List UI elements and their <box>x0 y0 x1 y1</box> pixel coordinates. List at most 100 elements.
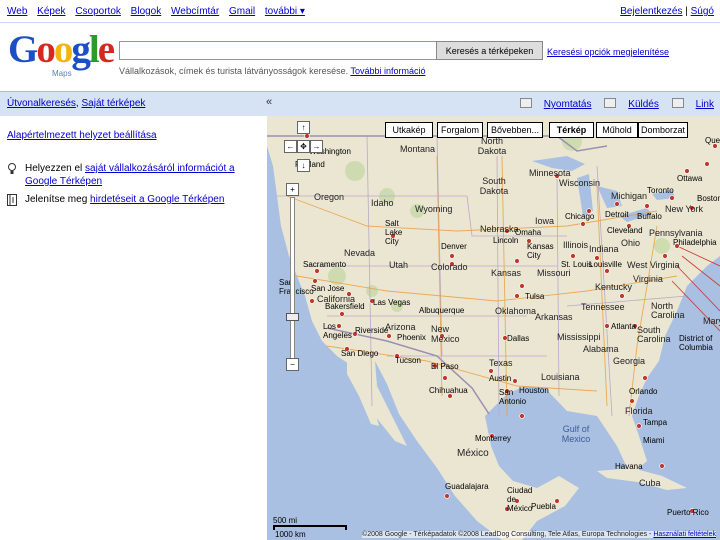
toolbar: Útvonalkeresés, Saját térképek « Nyomtat… <box>0 91 720 116</box>
pan-right-arrow-icon[interactable]: → <box>310 140 323 153</box>
ads-prefix: Jelenítse meg <box>25 194 88 205</box>
nav-web[interactable]: Web <box>7 6 27 17</box>
zoom-track[interactable] <box>290 197 295 359</box>
print-action[interactable]: Nyomtatás <box>519 98 592 110</box>
map-label: South Carolina <box>637 325 671 344</box>
nav-blogs[interactable]: Blogok <box>131 6 162 17</box>
ads-link[interactable]: hirdetéseit a Google Térképen <box>90 194 224 205</box>
nav-groups[interactable]: Csoportok <box>75 6 121 17</box>
pan-down-arrow-icon[interactable]: ↓ <box>297 159 310 172</box>
tab-directions[interactable]: Útvonalkeresés <box>7 98 76 109</box>
account-links: Bejelentkezés | Súgó <box>620 6 714 17</box>
map-label: Arkansas <box>535 312 573 322</box>
map-label: Louisville <box>589 260 622 269</box>
help-link[interactable]: Súgó <box>691 6 714 17</box>
more-button[interactable]: Bővebben... <box>487 122 543 138</box>
terms-link[interactable]: Használati feltételek <box>653 531 716 538</box>
map-label: Philadelphia <box>673 238 717 247</box>
map-label: Florida <box>625 406 653 416</box>
map-label: Minnesota <box>529 168 571 178</box>
map-label: Cleveland <box>607 226 643 235</box>
map-label: México <box>457 448 489 459</box>
send-link[interactable]: Küldés <box>628 99 659 110</box>
map-label: Maryland <box>703 316 720 326</box>
map-type-terrain[interactable]: Domborzat <box>638 122 688 138</box>
map-label: New Mexico <box>431 324 460 344</box>
map-label: Nebraska <box>480 224 519 234</box>
search-hint: Vállalkozások, címek és turista látványo… <box>119 66 426 76</box>
map-label: Atlanta <box>611 322 636 331</box>
zoom-out-icon[interactable]: − <box>286 358 299 371</box>
map-label: North Dakota <box>477 136 507 156</box>
zoom-in-icon[interactable]: + <box>286 183 299 196</box>
tab-my-maps[interactable]: Saját térképek <box>81 98 145 109</box>
print-link[interactable]: Nyomtatás <box>544 99 592 110</box>
pan-center-icon[interactable]: ✥ <box>297 140 310 153</box>
map-label: Monterrey <box>475 434 512 443</box>
map-label: Ottawa <box>677 174 703 183</box>
signin-link[interactable]: Bejelentkezés <box>620 6 682 17</box>
nav-more[interactable]: további ▾ <box>265 6 305 17</box>
nav-images[interactable]: Képek <box>37 6 65 17</box>
traffic-button[interactable]: Forgalom <box>437 122 483 138</box>
business-prefix: Helyezzen el <box>25 163 83 174</box>
map-label: Kentucky <box>595 282 633 292</box>
map-label: Wisconsin <box>559 178 601 188</box>
pan-up-arrow-icon[interactable]: ↑ <box>297 121 310 134</box>
map-label: Riverside <box>355 326 389 335</box>
map-label: Miami <box>643 436 665 445</box>
ad-icon <box>7 194 17 206</box>
map-label: Puebla <box>531 502 556 511</box>
map-label: Salt Lake City <box>385 219 403 246</box>
copyright-text: ©2008 Google - Térképadatok ©2008 LeadDo… <box>362 531 654 538</box>
map-label: St. Louis <box>561 260 593 269</box>
printer-icon <box>519 98 532 108</box>
top-divider <box>0 22 720 23</box>
map-label: Utah <box>389 260 409 270</box>
set-default-view-link[interactable]: Alapértelmezett helyzet beállítása <box>7 130 157 141</box>
streetview-button[interactable]: Utkakép <box>385 122 433 138</box>
map-label: South Dakota <box>479 176 509 196</box>
collapse-sidebar-button[interactable]: « <box>266 96 272 108</box>
more-info-link[interactable]: További információ <box>350 66 425 76</box>
nav-directory[interactable]: Webcímtár <box>171 6 219 17</box>
map-label: Georgia <box>613 356 646 366</box>
map-type-satellite[interactable]: Műhold <box>596 122 638 138</box>
map-label: Tucson <box>395 356 421 365</box>
pan-control: ↑ ← ✥ → ↓ <box>284 121 323 176</box>
logo-word: Google <box>8 28 115 71</box>
map-actions: Nyomtatás Küldés Link <box>510 98 714 110</box>
map-label: Gulf of Mexico <box>561 424 591 444</box>
link-action[interactable]: Link <box>671 98 714 110</box>
nav-gmail[interactable]: Gmail <box>229 6 255 17</box>
map-label: Colorado <box>431 262 468 272</box>
search-options-link[interactable]: Keresési opciók megjelenítése <box>547 47 669 57</box>
send-action[interactable]: Küldés <box>604 98 659 110</box>
map-label: Ohio <box>621 238 641 248</box>
map-label: Kansas City <box>527 242 554 260</box>
map-label: Quebec <box>705 136 720 145</box>
search-hint-text: Vállalkozások, címek és turista látványo… <box>119 66 349 76</box>
map-label: Bakersfield <box>325 302 365 311</box>
zoom-slider-handle[interactable] <box>286 313 299 321</box>
map-canvas[interactable]: Montana North Dakota Minnesota Washingto… <box>267 116 720 540</box>
map-label: Alabama <box>583 344 619 354</box>
pan-left-arrow-icon[interactable]: ← <box>284 140 297 153</box>
google-maps-logo[interactable]: Google Maps <box>8 28 115 82</box>
map-label: Oklahoma <box>495 306 537 316</box>
map-label: Puerto Rico <box>667 508 709 517</box>
map-label: Wyoming <box>415 204 453 214</box>
map-label: Havana <box>615 462 643 471</box>
map-label: Omaha <box>515 228 542 237</box>
list-item-business: Helyezzen el saját vállalkozásáról infor… <box>7 162 257 188</box>
map-label: Boston <box>697 194 720 203</box>
map-type-map[interactable]: Térkép <box>549 122 594 138</box>
search-input[interactable] <box>119 41 437 60</box>
link-link[interactable]: Link <box>696 99 714 110</box>
map-label: Montana <box>400 144 436 154</box>
sidebar-tabs: Útvonalkeresés, Saját térképek <box>7 98 146 109</box>
search-maps-button[interactable]: Keresés a térképeken <box>436 41 543 60</box>
map-label: Houston <box>519 386 549 395</box>
service-links: Web Képek Csoportok Blogok Webcímtár Gma… <box>7 6 312 17</box>
map-label: North Carolina <box>651 301 685 320</box>
